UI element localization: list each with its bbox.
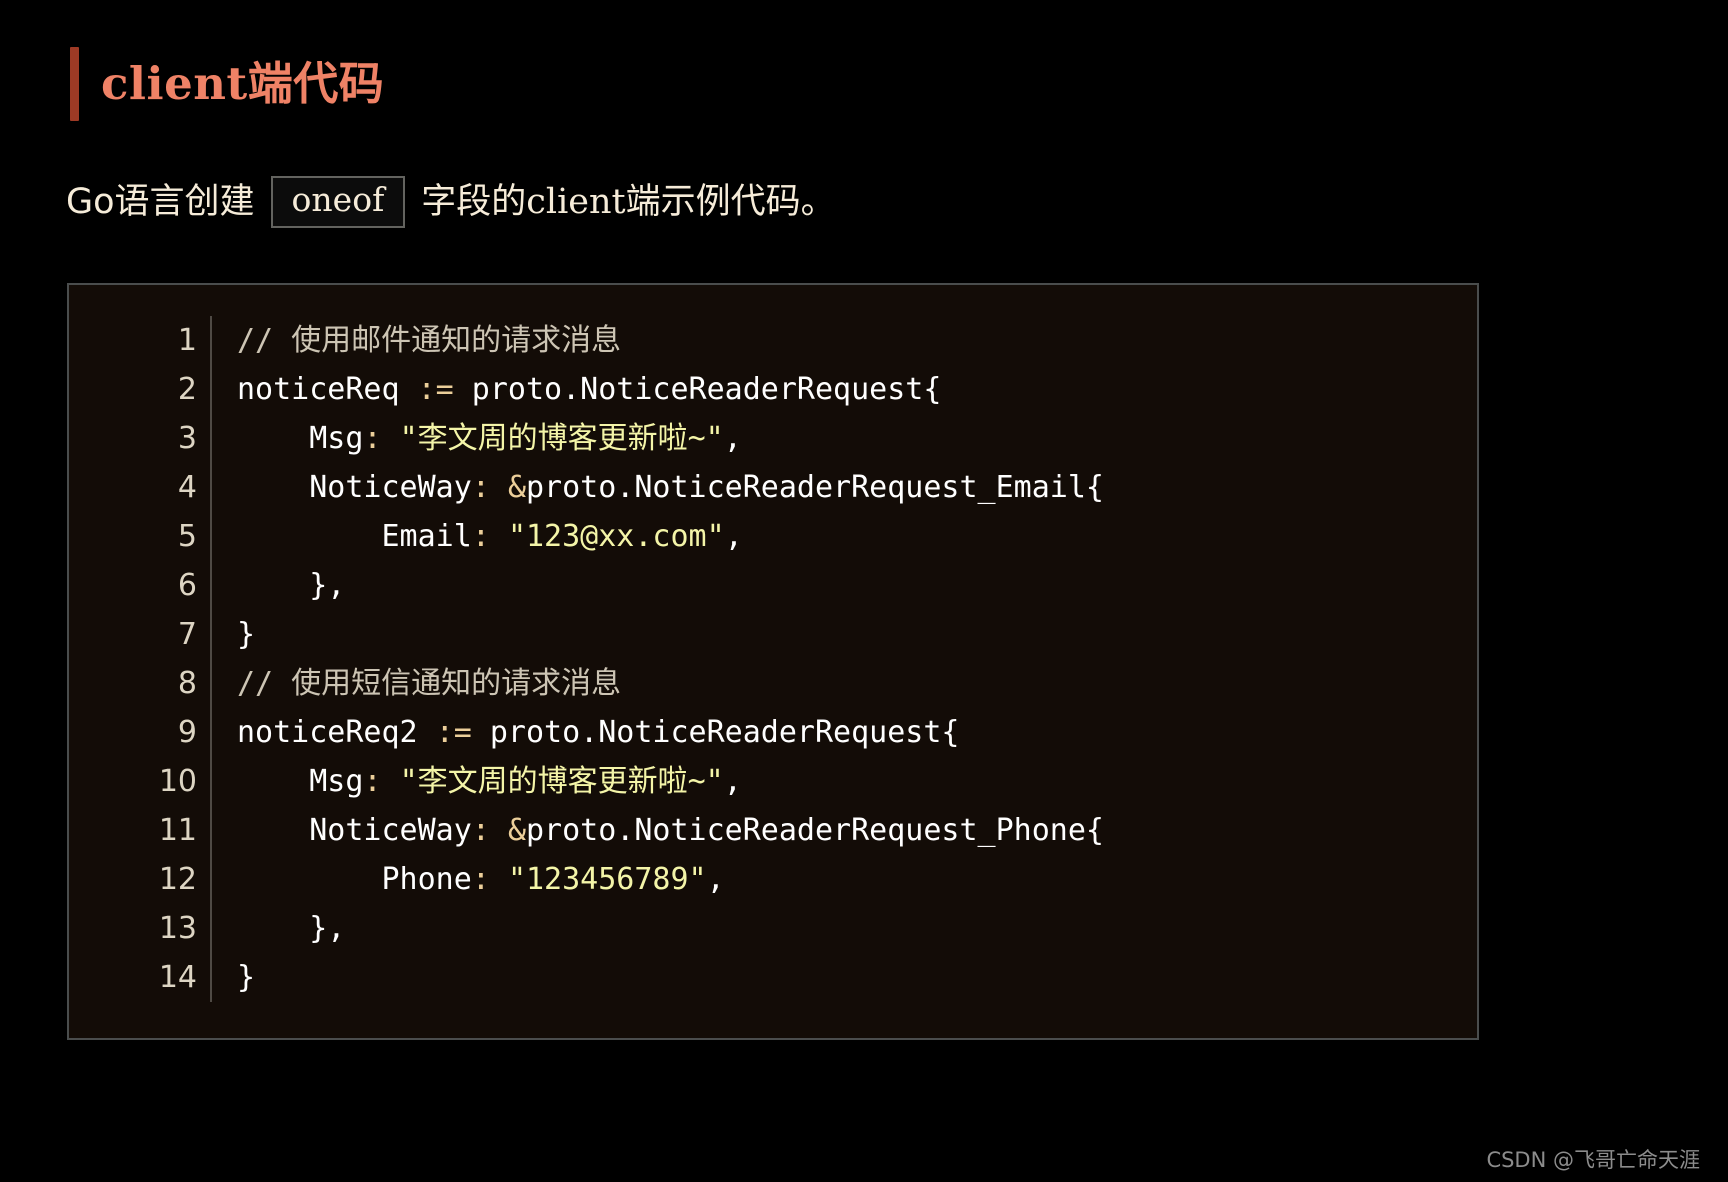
code-line: }, [237, 561, 1477, 610]
code-token-plain: Phone [237, 862, 472, 897]
code-token-plain: proto.NoticeReaderRequest_Email{ [526, 470, 1104, 505]
code-token-op: & [507, 470, 526, 505]
code-line: }, [237, 904, 1477, 953]
code-token-punct: , [723, 421, 742, 456]
code-token-op: : [363, 421, 382, 456]
code-token-comment: // 使用短信通知的请求消息 [237, 666, 622, 701]
line-number: 12 [158, 862, 197, 897]
code-token-plain: proto.NoticeReaderRequest_Phone{ [526, 813, 1104, 848]
code-token-op: := [435, 715, 472, 750]
code-block[interactable]: 1 2 3 4 5 6 7 8 9 10 11 12 13 14 // 使用邮件通知的请求消息 notice… [67, 283, 1479, 1040]
code-line-number-gutter: 1 2 3 4 5 6 7 8 9 10 11 12 13 14 [129, 316, 212, 1002]
code-token-string: "李文周的博客更新啦~" [399, 764, 724, 799]
line-number: 5 [177, 519, 197, 554]
line-number: 2 [177, 372, 197, 407]
code-token-op: : [471, 862, 490, 897]
line-number: 7 [177, 617, 197, 652]
code-token-punct: , [724, 519, 743, 554]
subtitle-text-after-serif: client [526, 181, 626, 222]
code-token-plain: noticeReq [237, 372, 418, 407]
subtitle-paragraph: Go语言创建 oneof 字段的 client 端示例代码。 [66, 176, 836, 228]
code-token-plain: noticeReq2 [237, 715, 436, 750]
code-token-punct: , [706, 862, 725, 897]
title-accent-bar [70, 47, 79, 121]
code-token-plain: Email [237, 519, 472, 554]
line-number: 6 [177, 568, 197, 603]
code-token-plain: Msg [237, 764, 364, 799]
line-number: 8 [177, 666, 197, 701]
code-line: noticeReq := proto.NoticeReaderRequest{ [237, 365, 1477, 414]
code-token-op: & [507, 813, 526, 848]
code-line: } [237, 610, 1477, 659]
code-line: NoticeWay: &proto.NoticeReaderRequest_Ph… [237, 806, 1477, 855]
line-number: 10 [158, 764, 197, 799]
code-token-string: "李文周的博客更新啦~" [399, 421, 724, 456]
code-token-string: "123456789" [507, 862, 707, 897]
line-number: 14 [158, 960, 197, 995]
line-number: 11 [158, 813, 197, 848]
page-title: client端代码 [70, 47, 384, 121]
code-line: // 使用短信通知的请求消息 [237, 659, 1477, 708]
code-line: // 使用邮件通知的请求消息 [237, 316, 1477, 365]
code-content[interactable]: // 使用邮件通知的请求消息 noticeReq := proto.NoticeR… [212, 316, 1477, 1002]
code-token-string: "123@xx.com" [507, 519, 725, 554]
code-token-plain: proto.NoticeReaderRequest{ [471, 715, 960, 750]
code-line: noticeReq2 := proto.NoticeReaderRequest{ [237, 708, 1477, 757]
code-token-plain: } [237, 960, 256, 995]
code-line: } [237, 953, 1477, 1002]
code-token-comment: // 使用邮件通知的请求消息 [237, 323, 622, 358]
code-token-op: : [471, 519, 490, 554]
code-token-plain: proto.NoticeReaderRequest{ [453, 372, 942, 407]
line-number: 9 [177, 715, 197, 750]
code-token-punct: , [723, 764, 742, 799]
code-token-plain: NoticeWay [237, 470, 472, 505]
page-title-text: client端代码 [101, 57, 385, 110]
csdn-watermark: CSDN @飞哥亡命天涯 [1486, 1148, 1700, 1172]
code-token-plain: Msg [237, 421, 364, 456]
code-line: Msg: "李文周的博客更新啦~", [237, 757, 1477, 806]
subtitle-text-before: Go语言创建 [66, 181, 255, 222]
line-number: 1 [177, 323, 197, 358]
code-line: Phone: "123456789", [237, 855, 1477, 904]
line-number: 4 [177, 470, 197, 505]
code-token-plain: }, [237, 911, 346, 946]
code-token-plain: NoticeWay [237, 813, 472, 848]
code-token-plain: }, [237, 568, 346, 603]
subtitle-text-after-1: 字段的 [421, 181, 527, 222]
code-token-op: : [471, 470, 490, 505]
code-line: Email: "123@xx.com", [237, 512, 1477, 561]
inline-code-chip-oneof: oneof [270, 176, 406, 228]
line-number: 13 [158, 911, 197, 946]
code-line: NoticeWay: &proto.NoticeReaderRequest_Em… [237, 463, 1477, 512]
code-token-op: := [417, 372, 454, 407]
line-number: 3 [177, 421, 197, 456]
subtitle-text-after-2: 端示例代码。 [625, 181, 836, 222]
code-token-plain: } [237, 617, 256, 652]
code-line: Msg: "李文周的博客更新啦~", [237, 414, 1477, 463]
code-token-op: : [363, 764, 382, 799]
code-token-op: : [471, 813, 490, 848]
